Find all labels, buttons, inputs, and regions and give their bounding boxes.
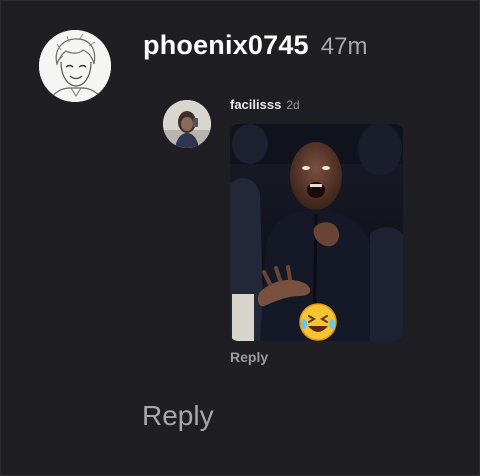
reply-timestamp: 2d: [286, 98, 300, 112]
reply-username[interactable]: facilisss: [230, 97, 281, 112]
nested-reply-button[interactable]: Reply: [230, 349, 268, 365]
reply-button[interactable]: Reply: [142, 400, 214, 432]
avatar[interactable]: [39, 30, 111, 102]
comment-header: phoenix0745 47m: [143, 30, 367, 64]
profile-photo-avatar-icon: [163, 100, 211, 148]
laughing-man-gif-image: [230, 124, 403, 341]
reply-header: facilisss 2d: [230, 97, 300, 112]
laughing-emoji-icon: [299, 303, 337, 341]
comment-username[interactable]: phoenix0745: [143, 30, 309, 61]
reply-avatar[interactable]: [163, 100, 211, 148]
anime-sketch-avatar-icon: [39, 30, 111, 102]
comment-timestamp: 47m: [320, 33, 368, 60]
gif-media[interactable]: [230, 124, 403, 341]
